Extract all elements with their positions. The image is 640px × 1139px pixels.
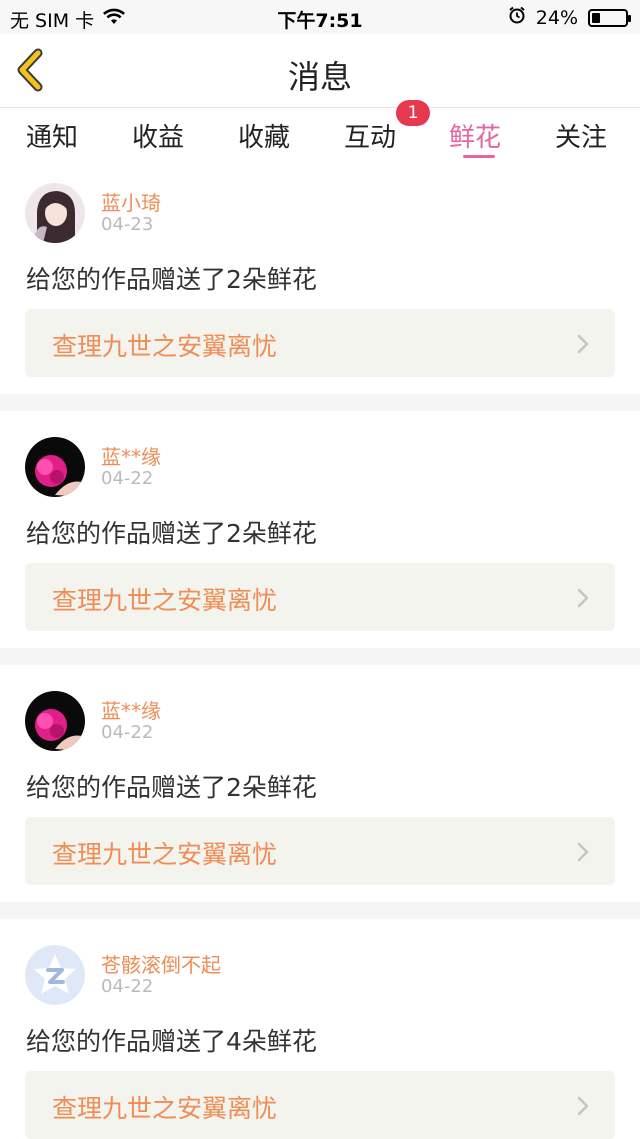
message-text: 给您的作品赠送了4朵鲜花 xyxy=(26,1027,317,1056)
work-link[interactable]: 查理九世之安翼离忧 xyxy=(25,1071,615,1139)
work-title: 查理九世之安翼离忧 xyxy=(52,332,278,361)
card-divider xyxy=(0,902,640,919)
page-title: 消息 xyxy=(287,58,352,96)
message-card: 蓝**缘 04-22 给您的作品赠送了2朵鲜花 查理九世之安翼离忧 xyxy=(0,675,640,911)
message-card: 苍骸滚倒不起 04-22 给您的作品赠送了4朵鲜花 查理九世之安翼离忧 xyxy=(0,929,640,1139)
unread-badge: 1 xyxy=(396,100,430,126)
tab-earnings[interactable]: 收益 xyxy=(132,117,184,154)
chevron-right-icon xyxy=(577,588,589,608)
message-date: 04-22 xyxy=(101,976,154,997)
avatar[interactable] xyxy=(25,691,85,751)
work-title: 查理九世之安翼离忧 xyxy=(52,1094,278,1123)
message-date: 04-22 xyxy=(101,722,154,743)
message-text: 给您的作品赠送了2朵鲜花 xyxy=(26,519,317,548)
work-link[interactable]: 查理九世之安翼离忧 xyxy=(25,563,615,631)
chevron-right-icon xyxy=(577,1096,589,1116)
card-divider xyxy=(0,648,640,665)
tab-notifications[interactable]: 通知 xyxy=(26,117,78,154)
work-link[interactable]: 查理九世之安翼离忧 xyxy=(25,817,615,885)
tab-bar: 通知 收益 收藏 互动 鲜花 关注 xyxy=(0,109,640,167)
message-text: 给您的作品赠送了2朵鲜花 xyxy=(26,265,317,294)
sender-name[interactable]: 蓝**缘 xyxy=(101,695,161,724)
sender-name[interactable]: 苍骸滚倒不起 xyxy=(101,949,221,978)
avatar[interactable] xyxy=(25,945,85,1005)
chevron-right-icon xyxy=(577,334,589,354)
status-bar: 无 SIM 卡 下午7:51 24% xyxy=(0,0,640,34)
message-card: 蓝小琦 04-23 给您的作品赠送了2朵鲜花 查理九世之安翼离忧 xyxy=(0,167,640,403)
battery-percent: 24% xyxy=(535,6,578,29)
chevron-right-icon xyxy=(577,842,589,862)
tab-interactions[interactable]: 互动 xyxy=(344,117,396,154)
battery-level xyxy=(592,12,600,23)
message-card: 蓝**缘 04-22 给您的作品赠送了2朵鲜花 查理九世之安翼离忧 xyxy=(0,421,640,657)
card-divider xyxy=(0,394,640,411)
work-title: 查理九世之安翼离忧 xyxy=(52,840,278,869)
work-title: 查理九世之安翼离忧 xyxy=(52,586,278,615)
avatar[interactable] xyxy=(25,183,85,243)
message-date: 04-22 xyxy=(101,468,154,489)
battery-icon xyxy=(588,8,631,27)
work-link[interactable]: 查理九世之安翼离忧 xyxy=(25,309,615,377)
message-date: 04-23 xyxy=(101,214,154,235)
sender-name[interactable]: 蓝小琦 xyxy=(101,187,161,216)
tab-flowers[interactable]: 鲜花 xyxy=(449,117,501,154)
avatar[interactable] xyxy=(25,437,85,497)
active-tab-indicator xyxy=(463,155,495,158)
tab-follow[interactable]: 关注 xyxy=(555,117,607,154)
tab-favorites[interactable]: 收藏 xyxy=(238,117,290,154)
alarm-icon xyxy=(508,6,526,29)
nav-header: 消息 xyxy=(0,34,640,108)
message-text: 给您的作品赠送了2朵鲜花 xyxy=(26,773,317,802)
sender-name[interactable]: 蓝**缘 xyxy=(101,441,161,470)
